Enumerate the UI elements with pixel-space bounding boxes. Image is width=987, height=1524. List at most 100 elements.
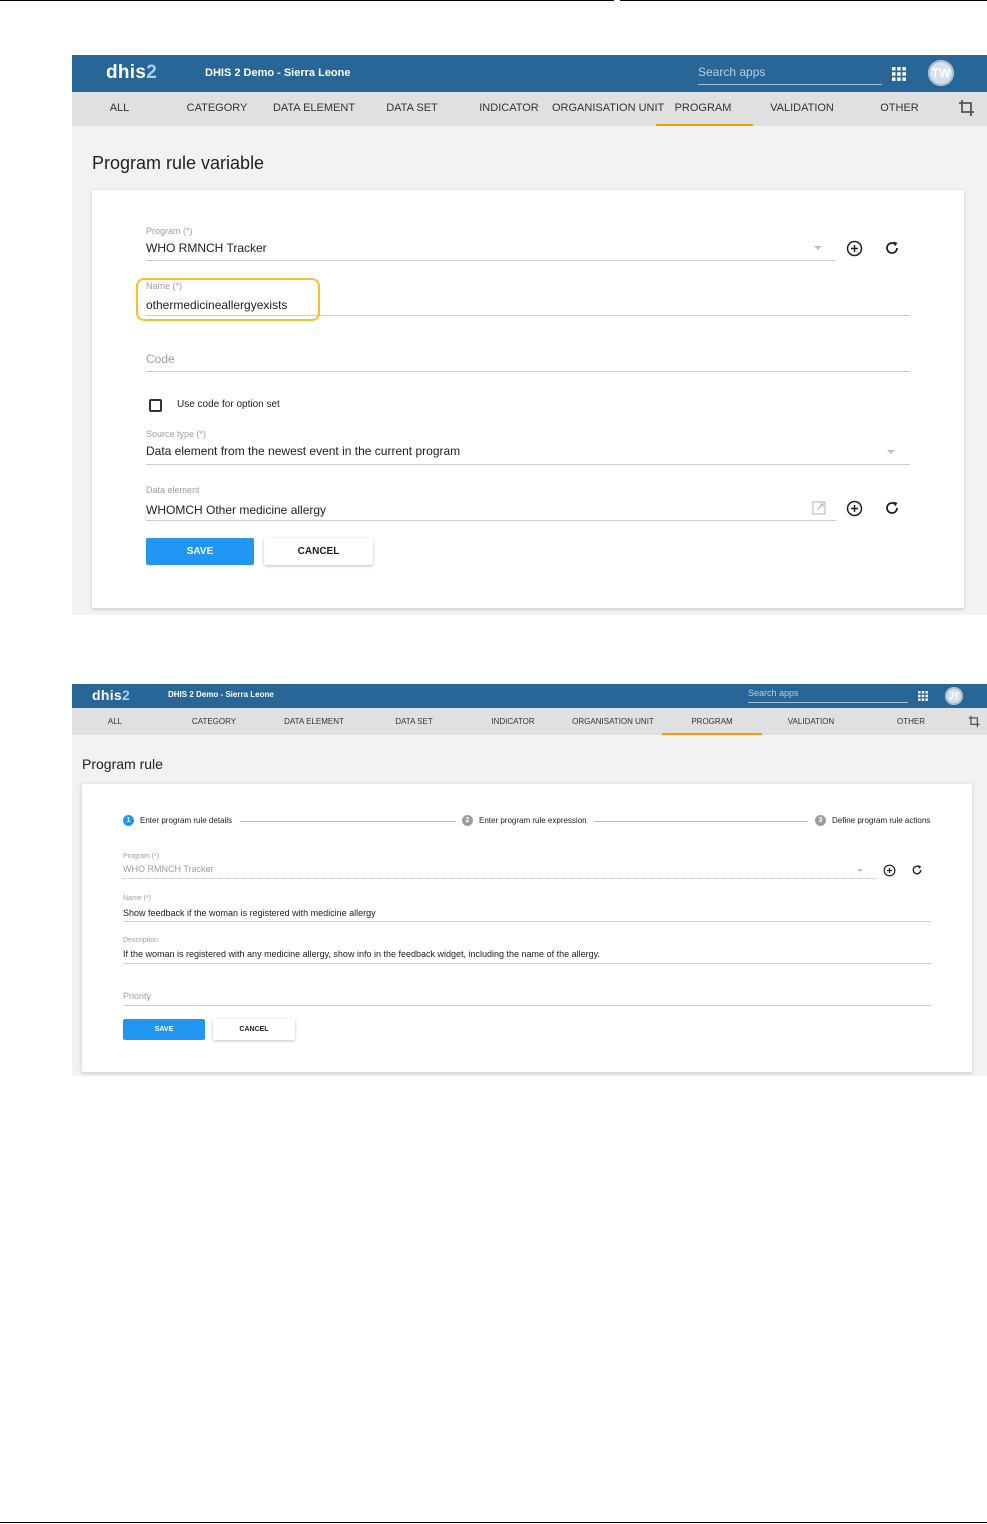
step-3[interactable]: 3 Define program rule actions xyxy=(815,815,930,826)
step-1-number: 1 xyxy=(123,815,134,826)
user-avatar-2[interactable]: JT xyxy=(945,687,963,705)
tab-organisation-unit-2[interactable]: ORGANISATION UNIT xyxy=(568,717,658,726)
step-2-number: 2 xyxy=(462,815,473,826)
top-rule-right xyxy=(620,0,987,1)
priority-input[interactable]: Priority xyxy=(123,991,151,1001)
active-tab-indicator-2 xyxy=(662,733,762,735)
tab-data-element[interactable]: DATA ELEMENT xyxy=(270,102,358,114)
tab-all-2[interactable]: ALL xyxy=(90,717,140,726)
tab-validation[interactable]: VALIDATION xyxy=(762,102,842,114)
name-input-2[interactable]: Show feedback if the woman is registered… xyxy=(123,908,376,918)
description-underline xyxy=(123,963,931,964)
search-apps-input[interactable]: Search apps xyxy=(698,65,882,85)
bottom-rule xyxy=(0,1522,987,1523)
tab-data-set[interactable]: DATA SET xyxy=(377,102,447,114)
priority-underline xyxy=(123,1005,931,1006)
code-input[interactable]: Code xyxy=(146,352,175,366)
crop-icon-2[interactable] xyxy=(968,715,981,733)
tab-all[interactable]: ALL xyxy=(92,102,147,114)
step-connector-2 xyxy=(594,821,808,822)
cancel-button[interactable]: CANCEL xyxy=(264,538,373,565)
cancel-button-2[interactable]: CANCEL xyxy=(213,1019,295,1040)
use-code-label: Use code for option set xyxy=(177,399,280,410)
step-2[interactable]: 2 Enter program rule expression xyxy=(462,815,587,826)
apps-grid-icon-2[interactable] xyxy=(918,691,928,701)
tab-program-2[interactable]: PROGRAM xyxy=(682,717,742,726)
logo-text: dhis xyxy=(106,62,147,83)
name-highlight-box xyxy=(136,278,320,321)
dhis2-logo[interactable]: dhis2 xyxy=(106,62,157,84)
dhis2-logo-2[interactable]: dhis2 xyxy=(92,687,130,703)
step-1[interactable]: 1 Enter program rule details xyxy=(123,815,232,826)
open-data-element-icon[interactable] xyxy=(812,501,826,515)
page-title-2: Program rule xyxy=(82,756,163,772)
add-program-icon-2[interactable] xyxy=(883,864,896,877)
active-tab-indicator xyxy=(656,124,753,126)
step-3-label: Define program rule actions xyxy=(832,816,931,825)
section-tabs: ALL CATEGORY DATA ELEMENT DATA SET INDIC… xyxy=(72,92,987,126)
program-select[interactable]: WHO RMNCH Tracker xyxy=(146,241,267,255)
app-title-2: DHIS 2 Demo - Sierra Leone xyxy=(168,690,274,699)
data-element-underline xyxy=(146,520,836,521)
program-underline-2 xyxy=(123,878,875,879)
save-button-2[interactable]: SAVE xyxy=(123,1019,205,1040)
app-title: DHIS 2 Demo - Sierra Leone xyxy=(205,67,351,79)
section-tabs-2: ALL CATEGORY DATA ELEMENT DATA SET INDIC… xyxy=(72,708,987,735)
program-select-2[interactable]: WHO RMNCH Tracker xyxy=(123,864,214,874)
data-element-select[interactable]: WHOMCH Other medicine allergy xyxy=(146,503,326,517)
source-type-label: Source type (*) xyxy=(146,429,207,439)
description-input[interactable]: If the woman is registered with any medi… xyxy=(123,949,600,959)
app-header: dhis2 DHIS 2 Demo - Sierra Leone Search … xyxy=(72,55,987,92)
refresh-program-icon[interactable] xyxy=(884,240,900,256)
tab-category-2[interactable]: CATEGORY xyxy=(184,717,244,726)
avatar-initials-2: JT xyxy=(948,691,960,701)
description-label: Description xyxy=(123,937,159,944)
tab-data-set-2[interactable]: DATA SET xyxy=(384,717,444,726)
page-title: Program rule variable xyxy=(92,153,265,173)
program-dropdown-caret-2[interactable] xyxy=(857,869,863,872)
logo-text-2: dhis xyxy=(92,687,122,703)
tab-program[interactable]: PROGRAM xyxy=(668,102,738,114)
add-program-icon[interactable] xyxy=(846,240,863,257)
form-card-2: 1 Enter program rule details 2 Enter pro… xyxy=(82,784,972,1072)
name-underline-2 xyxy=(123,921,931,922)
program-underline xyxy=(146,260,836,261)
screenshot-program-rule: dhis2 DHIS 2 Demo - Sierra Leone Search … xyxy=(72,684,987,1076)
form-card: Program (*) WHO RMNCH Tracker Name (*) o… xyxy=(92,190,964,608)
program-dropdown-caret[interactable] xyxy=(814,246,822,250)
save-button[interactable]: SAVE xyxy=(146,538,254,565)
tab-data-element-2[interactable]: DATA ELEMENT xyxy=(278,717,350,726)
step-connector-1 xyxy=(240,821,456,822)
tab-validation-2[interactable]: VALIDATION xyxy=(778,717,844,726)
source-type-dropdown-caret[interactable] xyxy=(887,450,895,454)
data-element-label: Data element xyxy=(146,485,200,495)
tab-indicator-2[interactable]: INDICATOR xyxy=(482,717,544,726)
step-1-label: Enter program rule details xyxy=(140,816,233,825)
tab-indicator[interactable]: INDICATOR xyxy=(474,102,544,114)
refresh-program-icon-2[interactable] xyxy=(911,864,923,876)
search-apps-input-2[interactable]: Search apps xyxy=(748,688,908,703)
user-avatar[interactable]: TW xyxy=(928,60,954,86)
top-rule-left xyxy=(0,0,614,1)
program-label-2: Program (*) xyxy=(123,853,160,860)
tab-organisation-unit[interactable]: ORGANISATION UNIT xyxy=(552,102,664,114)
screenshot-program-rule-variable: dhis2 DHIS 2 Demo - Sierra Leone Search … xyxy=(72,55,987,615)
refresh-data-element-icon[interactable] xyxy=(884,500,900,516)
use-code-checkbox[interactable] xyxy=(149,399,162,412)
step-2-label: Enter program rule expression xyxy=(479,816,587,825)
source-type-underline xyxy=(146,464,910,465)
apps-grid-icon[interactable] xyxy=(892,67,906,81)
add-data-element-icon[interactable] xyxy=(846,500,863,517)
source-type-select[interactable]: Data element from the newest event in th… xyxy=(146,444,460,458)
tab-other-2[interactable]: OTHER xyxy=(884,717,938,726)
step-3-number: 3 xyxy=(815,815,826,826)
tab-category[interactable]: CATEGORY xyxy=(182,102,252,114)
avatar-initials: TW xyxy=(931,66,951,80)
tab-other[interactable]: OTHER xyxy=(867,102,932,114)
logo-number-2: 2 xyxy=(121,687,131,703)
program-label: Program (*) xyxy=(146,226,193,236)
code-underline xyxy=(146,371,910,372)
name-label-2: Name (*) xyxy=(123,895,152,902)
crop-icon[interactable] xyxy=(958,99,976,122)
logo-number: 2 xyxy=(146,62,158,83)
